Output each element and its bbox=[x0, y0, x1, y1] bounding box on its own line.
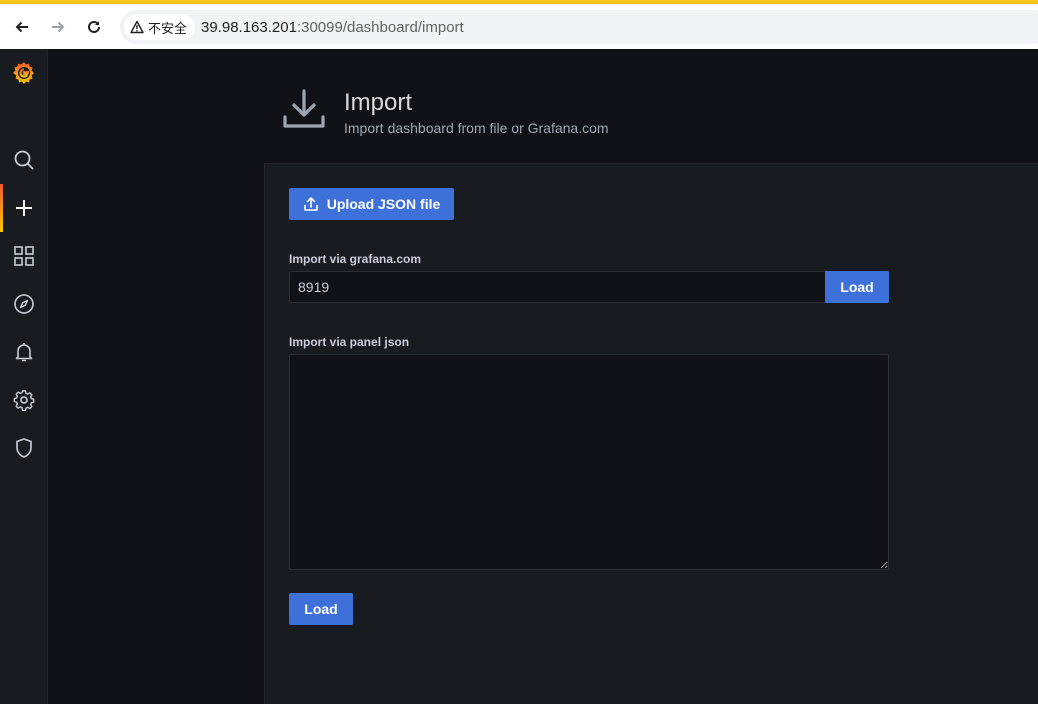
back-button[interactable] bbox=[8, 13, 36, 41]
plus-icon bbox=[16, 200, 32, 216]
upload-json-label: Upload JSON file bbox=[326, 196, 441, 212]
json-load-button[interactable]: Load bbox=[289, 593, 353, 625]
sidebar-item-search[interactable] bbox=[0, 136, 48, 184]
page-header: Import Import dashboard from file or Gra… bbox=[264, 49, 1038, 163]
reload-icon bbox=[88, 20, 100, 33]
gcom-load-button[interactable]: Load bbox=[825, 271, 889, 303]
url-text[interactable]: 39.98.163.201:30099/dashboard/import bbox=[201, 19, 464, 36]
url-path: :30099/dashboard/import bbox=[296, 19, 464, 36]
sidebar-item-dashboards[interactable] bbox=[0, 232, 48, 280]
panel-json-textarea[interactable] bbox=[289, 354, 889, 570]
sidebar-item-alerting[interactable] bbox=[0, 328, 48, 376]
search-icon bbox=[14, 150, 34, 170]
page-subtitle: Import dashboard from file or Grafana.co… bbox=[344, 120, 609, 136]
grafana-logo-icon bbox=[13, 62, 34, 84]
panel-json-label: Import via panel json bbox=[289, 335, 410, 349]
compass-icon bbox=[14, 294, 34, 314]
forward-button[interactable] bbox=[44, 13, 72, 41]
shield-icon bbox=[16, 438, 32, 458]
sidebar bbox=[0, 49, 48, 704]
upload-icon bbox=[303, 197, 318, 211]
reload-button[interactable] bbox=[80, 13, 108, 41]
sidebar-item-home[interactable] bbox=[0, 49, 48, 97]
address-bar[interactable]: 不安全 39.98.163.201:30099/dashboard/import bbox=[120, 10, 1038, 44]
security-label: 不安全 bbox=[148, 21, 188, 37]
warning-icon bbox=[130, 20, 144, 34]
gear-icon bbox=[13, 390, 35, 411]
arrow-left-icon bbox=[15, 21, 28, 33]
security-indicator[interactable]: 不安全 bbox=[124, 14, 196, 40]
sidebar-item-create[interactable] bbox=[0, 184, 48, 232]
gcom-url-input[interactable] bbox=[289, 271, 826, 303]
arrow-right-icon bbox=[52, 21, 65, 33]
dashboards-icon bbox=[14, 246, 34, 266]
upload-json-button[interactable]: Upload JSON file bbox=[289, 188, 454, 220]
download-icon bbox=[283, 89, 325, 128]
sidebar-item-server-admin[interactable] bbox=[0, 424, 48, 472]
url-host: 39.98.163.201 bbox=[201, 19, 297, 36]
sidebar-item-explore[interactable] bbox=[0, 280, 48, 328]
page-title: Import bbox=[344, 89, 413, 116]
browser-toolbar: 不安全 39.98.163.201:30099/dashboard/import bbox=[0, 0, 1038, 49]
sidebar-item-configuration[interactable] bbox=[0, 376, 48, 424]
bell-icon bbox=[15, 343, 33, 362]
gcom-label: Import via grafana.com bbox=[289, 252, 422, 266]
import-panel: Upload JSON file Import via grafana.com … bbox=[264, 163, 1038, 704]
